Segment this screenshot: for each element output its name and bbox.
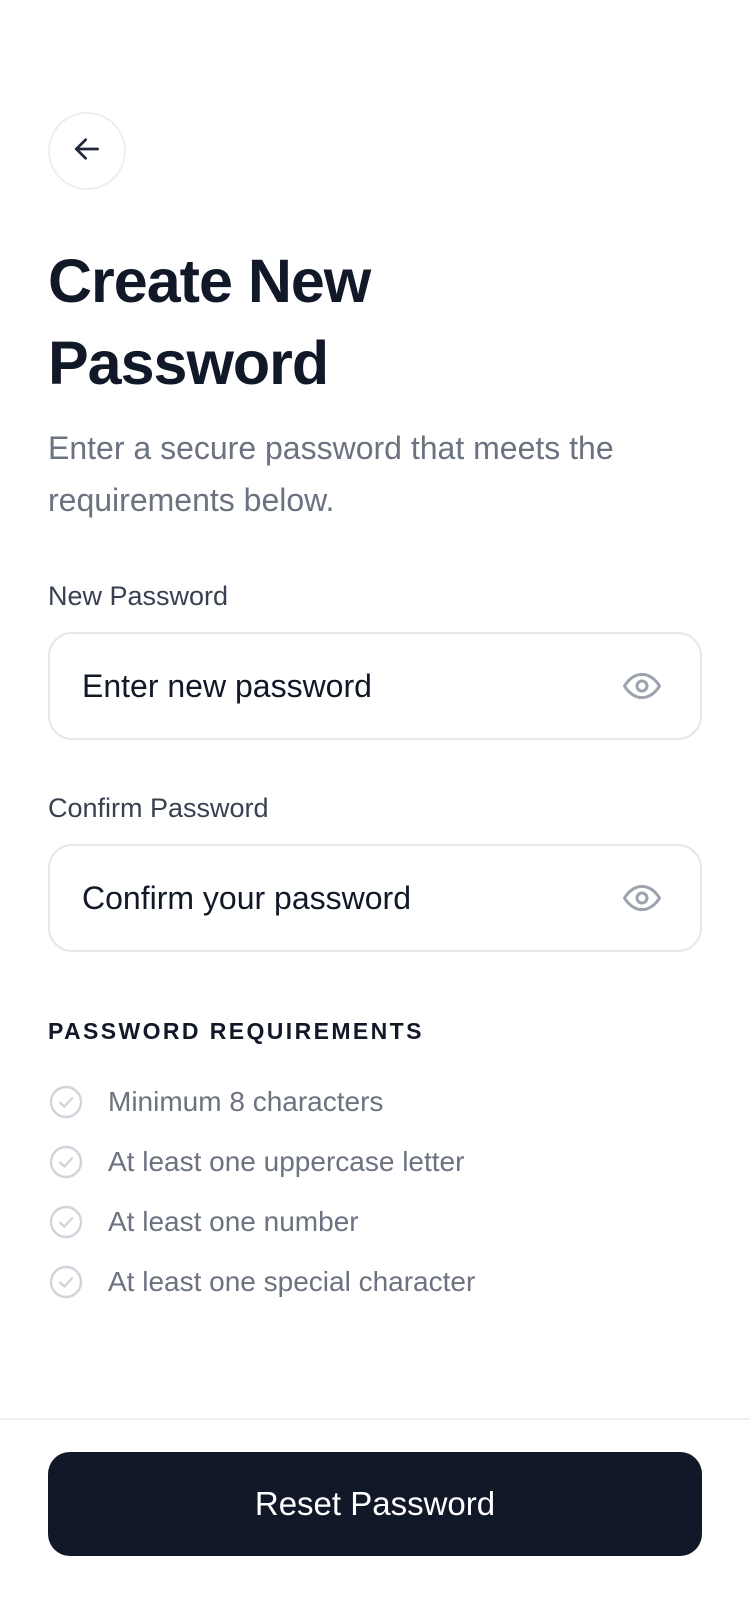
page-subtitle: Enter a secure password that meets the r… — [48, 430, 614, 518]
requirement-label: Minimum 8 characters — [108, 1086, 384, 1117]
requirement-item: At least one number — [48, 1192, 475, 1252]
requirement-label: At least one special character — [108, 1266, 476, 1297]
confirm-password-input[interactable] — [82, 879, 582, 917]
new-password-field-container — [48, 632, 702, 740]
check-circle-icon — [48, 1084, 84, 1120]
check-circle-icon — [48, 1204, 84, 1240]
requirements-list: Minimum 8 characters At least one upperc… — [48, 1072, 475, 1312]
reset-password-button[interactable]: Reset Password — [48, 1452, 702, 1556]
arrow-left-icon — [71, 133, 103, 170]
requirement-item: At least one special character — [48, 1252, 475, 1312]
eye-icon[interactable] — [622, 666, 662, 706]
new-password-input[interactable] — [82, 667, 582, 705]
footer-divider — [0, 1418, 750, 1420]
page-title: Create New Password — [48, 247, 371, 397]
requirement-label: At least one number — [108, 1206, 359, 1237]
back-button[interactable] — [48, 112, 126, 190]
confirm-password-field-container — [48, 844, 702, 952]
requirement-label: At least one uppercase letter — [108, 1146, 465, 1177]
requirements-heading: PASSWORD REQUIREMENTS — [48, 1018, 424, 1044]
requirement-item: Minimum 8 characters — [48, 1072, 475, 1132]
create-password-screen: Create New Password Enter a secure passw… — [0, 0, 750, 1624]
check-circle-icon — [48, 1264, 84, 1300]
check-circle-icon — [48, 1144, 84, 1180]
eye-icon[interactable] — [622, 878, 662, 918]
new-password-label: New Password — [48, 581, 229, 611]
confirm-password-label: Confirm Password — [48, 793, 269, 823]
requirement-item: At least one uppercase letter — [48, 1132, 475, 1192]
